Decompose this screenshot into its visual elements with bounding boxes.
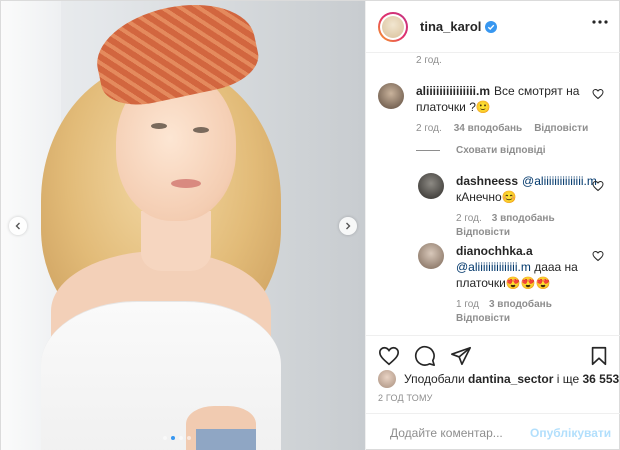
publish-comment-button[interactable]: Опублікувати xyxy=(530,426,611,440)
post-header: tina_karol xyxy=(366,1,620,53)
like-reply-heart-icon[interactable] xyxy=(592,250,604,262)
post-side-panel: tina_karol 2 год. aliiiiiiiiiiiiiii.m Все… xyxy=(365,1,620,450)
comments-list: 2 год. aliiiiiiiiiiiiiii.m Все смотрят на… xyxy=(366,53,620,335)
likes-prefix: Уподобали xyxy=(404,372,465,386)
liker-username[interactable]: dantina_sector xyxy=(468,372,553,386)
likes-summary: Уподобали dantina_sector і ще 36 553 xyxy=(378,370,619,388)
replier-avatar[interactable] xyxy=(418,173,444,199)
reply-button[interactable]: Відповісти xyxy=(456,227,510,239)
commenter-avatar[interactable] xyxy=(378,83,404,109)
comment-bubble-icon[interactable] xyxy=(414,345,436,367)
instagram-post-modal: tina_karol 2 год. aliiiiiiiiiiiiiii.m Все… xyxy=(0,0,620,450)
comment-meta: 2 год. 34 вподобань Відповісти xyxy=(416,123,598,135)
reply-meta: 2 год. 3 вподобань xyxy=(456,213,597,225)
share-send-icon[interactable] xyxy=(450,345,472,367)
author-username[interactable]: tina_karol xyxy=(420,19,481,34)
reply-body: dianochhka.a @aliiiiiiiiiiiiiii.m дааа н… xyxy=(456,243,588,325)
carousel-indicators xyxy=(163,436,191,440)
photo-jeans xyxy=(196,429,256,450)
post-actions-bar xyxy=(366,335,620,375)
hide-replies-line xyxy=(416,150,440,151)
chevron-right-icon xyxy=(346,222,351,230)
comment-item: aliiiiiiiiiiiiiii.m Все смотрят на платоч… xyxy=(378,83,598,135)
like-comment-heart-icon[interactable] xyxy=(592,88,604,100)
reply-body: dashneess @aliiiiiiiiiiiiiii.m кАнечно😊 2… xyxy=(456,173,597,239)
post-photo[interactable] xyxy=(1,1,365,450)
chevron-left-icon xyxy=(15,222,20,230)
reply-time[interactable]: 1 год xyxy=(456,299,479,311)
reply-meta: 1 год 3 вподобань xyxy=(456,299,588,311)
carousel-dot xyxy=(187,436,191,440)
comment-likes[interactable]: 34 вподобань xyxy=(454,123,522,135)
photo-eye-right xyxy=(193,127,209,133)
reply-username[interactable]: dashneess xyxy=(456,174,518,188)
reply-button[interactable]: Відповісти xyxy=(534,123,588,135)
photo-eye-left xyxy=(151,123,167,129)
reply-likes[interactable]: 3 вподобань xyxy=(489,299,552,311)
verified-badge-icon xyxy=(485,20,498,33)
previous-photo-button[interactable] xyxy=(9,217,27,235)
replier-avatar[interactable] xyxy=(418,243,444,269)
likes-count[interactable]: 36 553 xyxy=(582,372,619,386)
reply-item: dianochhka.a @aliiiiiiiiiiiiiii.m дааа н… xyxy=(418,243,588,325)
carousel-dot-active xyxy=(171,436,175,440)
carousel-dot xyxy=(179,436,183,440)
reply-mention[interactable]: @aliiiiiiiiiiiiiii.m xyxy=(456,260,531,274)
liker-avatar[interactable] xyxy=(378,370,396,388)
hide-replies-label: Сховати відповіді xyxy=(456,145,546,156)
hide-replies-button[interactable]: Сховати відповіді xyxy=(416,145,546,156)
reply-text: кАнечно😊 xyxy=(456,190,517,204)
photo-lips xyxy=(171,179,201,188)
reply-mention[interactable]: @aliiiiiiiiiiiiiii.m xyxy=(522,174,597,188)
reply-time[interactable]: 2 год. xyxy=(456,213,482,225)
comment-username[interactable]: aliiiiiiiiiiiiiii.m xyxy=(416,84,490,98)
carousel-dot xyxy=(163,436,167,440)
reply-button[interactable]: Відповісти xyxy=(456,313,510,325)
comment-input[interactable] xyxy=(390,425,530,440)
comment-time[interactable]: 2 год. xyxy=(416,123,442,135)
next-photo-button[interactable] xyxy=(339,217,357,235)
caption-timestamp: 2 год. xyxy=(416,55,442,66)
comment-body: aliiiiiiiiiiiiiii.m Все смотрят на платоч… xyxy=(416,83,598,135)
likes-middle: і ще xyxy=(556,372,580,386)
author-avatar[interactable] xyxy=(378,11,408,42)
add-comment-bar: Опублікувати xyxy=(366,413,620,450)
save-bookmark-icon[interactable] xyxy=(588,345,610,367)
like-heart-icon[interactable] xyxy=(378,345,400,367)
reply-likes[interactable]: 3 вподобань xyxy=(492,213,555,225)
reply-username[interactable]: dianochhka.a xyxy=(456,244,533,258)
post-timestamp[interactable]: 2 ГОД ТОМУ xyxy=(378,393,433,403)
like-reply-heart-icon[interactable] xyxy=(592,180,604,192)
more-options-icon[interactable] xyxy=(592,20,608,24)
reply-item: dashneess @aliiiiiiiiiiiiiii.m кАнечно😊 2… xyxy=(418,173,597,239)
avatar-image xyxy=(382,15,404,38)
